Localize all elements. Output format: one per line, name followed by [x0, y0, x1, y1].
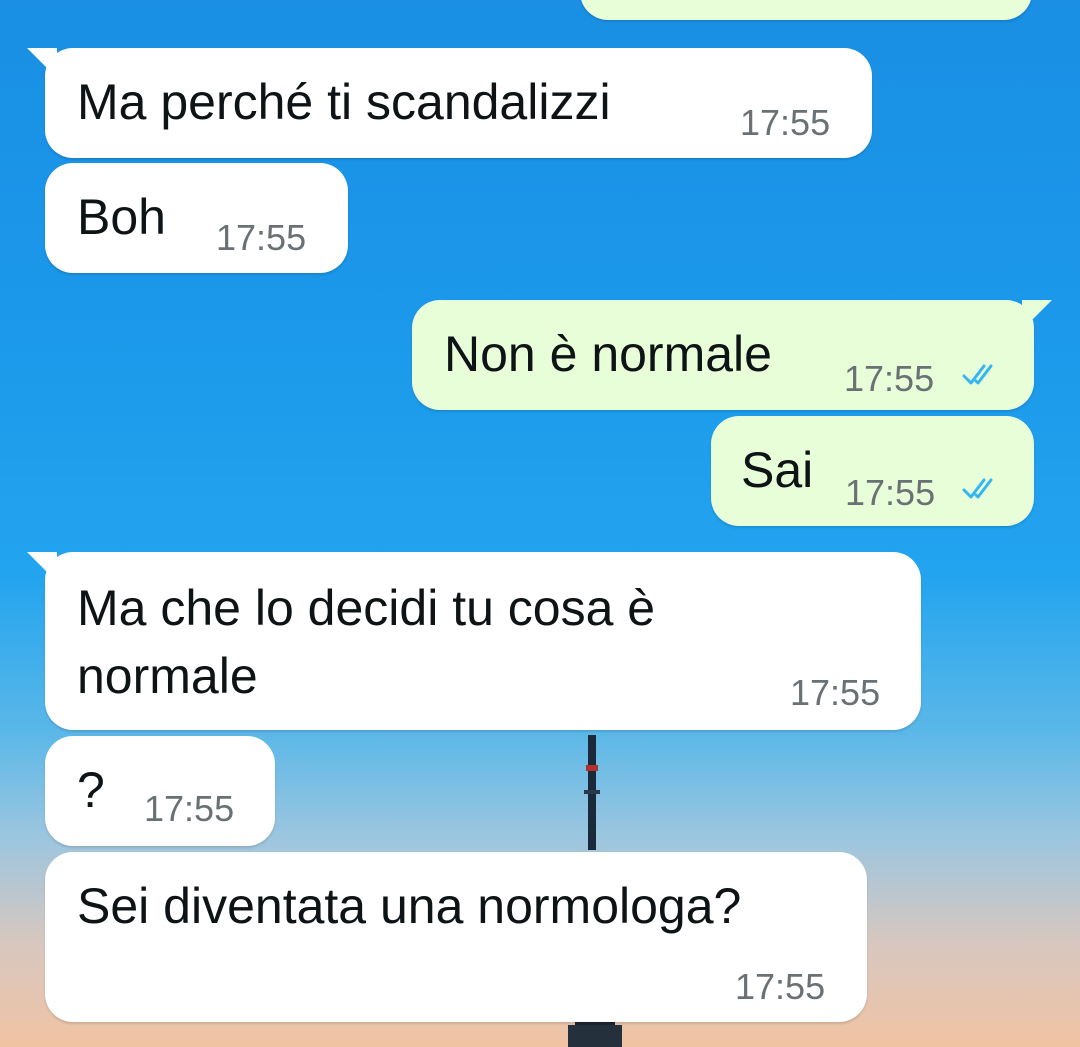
message-bubble-incoming[interactable]: Sei diventata una normologa? 17:55: [45, 852, 867, 1022]
message-text: Sai: [741, 442, 814, 498]
message-timestamp: 17:55: [844, 358, 935, 399]
message-text: ?: [77, 762, 105, 818]
message-bubble-outgoing[interactable]: Non è normale 17:55: [412, 300, 1052, 410]
message-text: Sei diventata una normologa?: [77, 878, 742, 934]
message-text: Ma perché ti scandalizzi: [77, 74, 611, 130]
message-timestamp: 17:55: [845, 472, 936, 513]
message-timestamp: 17:55: [216, 217, 307, 258]
message-timestamp: 17:55: [740, 102, 831, 143]
message-bubble-outgoing-partial[interactable]: [580, 0, 1032, 20]
message-text: Non è normale: [444, 326, 772, 382]
message-text-line-2: normale: [77, 648, 258, 704]
message-text-line-1: Ma che lo decidi tu cosa è: [77, 580, 656, 636]
message-bubble-incoming[interactable]: ? 17:55: [45, 736, 275, 846]
double-check-icon: [962, 478, 993, 499]
message-text: Boh: [77, 189, 166, 245]
message-bubble-outgoing[interactable]: Sai 17:55: [711, 416, 1034, 526]
bubble-tail: [27, 48, 57, 78]
message-bubble-incoming[interactable]: Ma perché ti scandalizzi 17:55: [27, 48, 872, 158]
double-check-icon: [962, 364, 993, 385]
message-timestamp: 17:55: [144, 788, 235, 829]
message-bubble-incoming[interactable]: Ma che lo decidi tu cosa è normale 17:55: [27, 552, 921, 730]
message-timestamp: 17:55: [790, 672, 881, 713]
message-timestamp: 17:55: [735, 966, 826, 1007]
bubble-tail: [27, 552, 57, 582]
message-bubble-incoming[interactable]: Boh 17:55: [45, 163, 348, 273]
bubble-tail: [1022, 300, 1052, 330]
